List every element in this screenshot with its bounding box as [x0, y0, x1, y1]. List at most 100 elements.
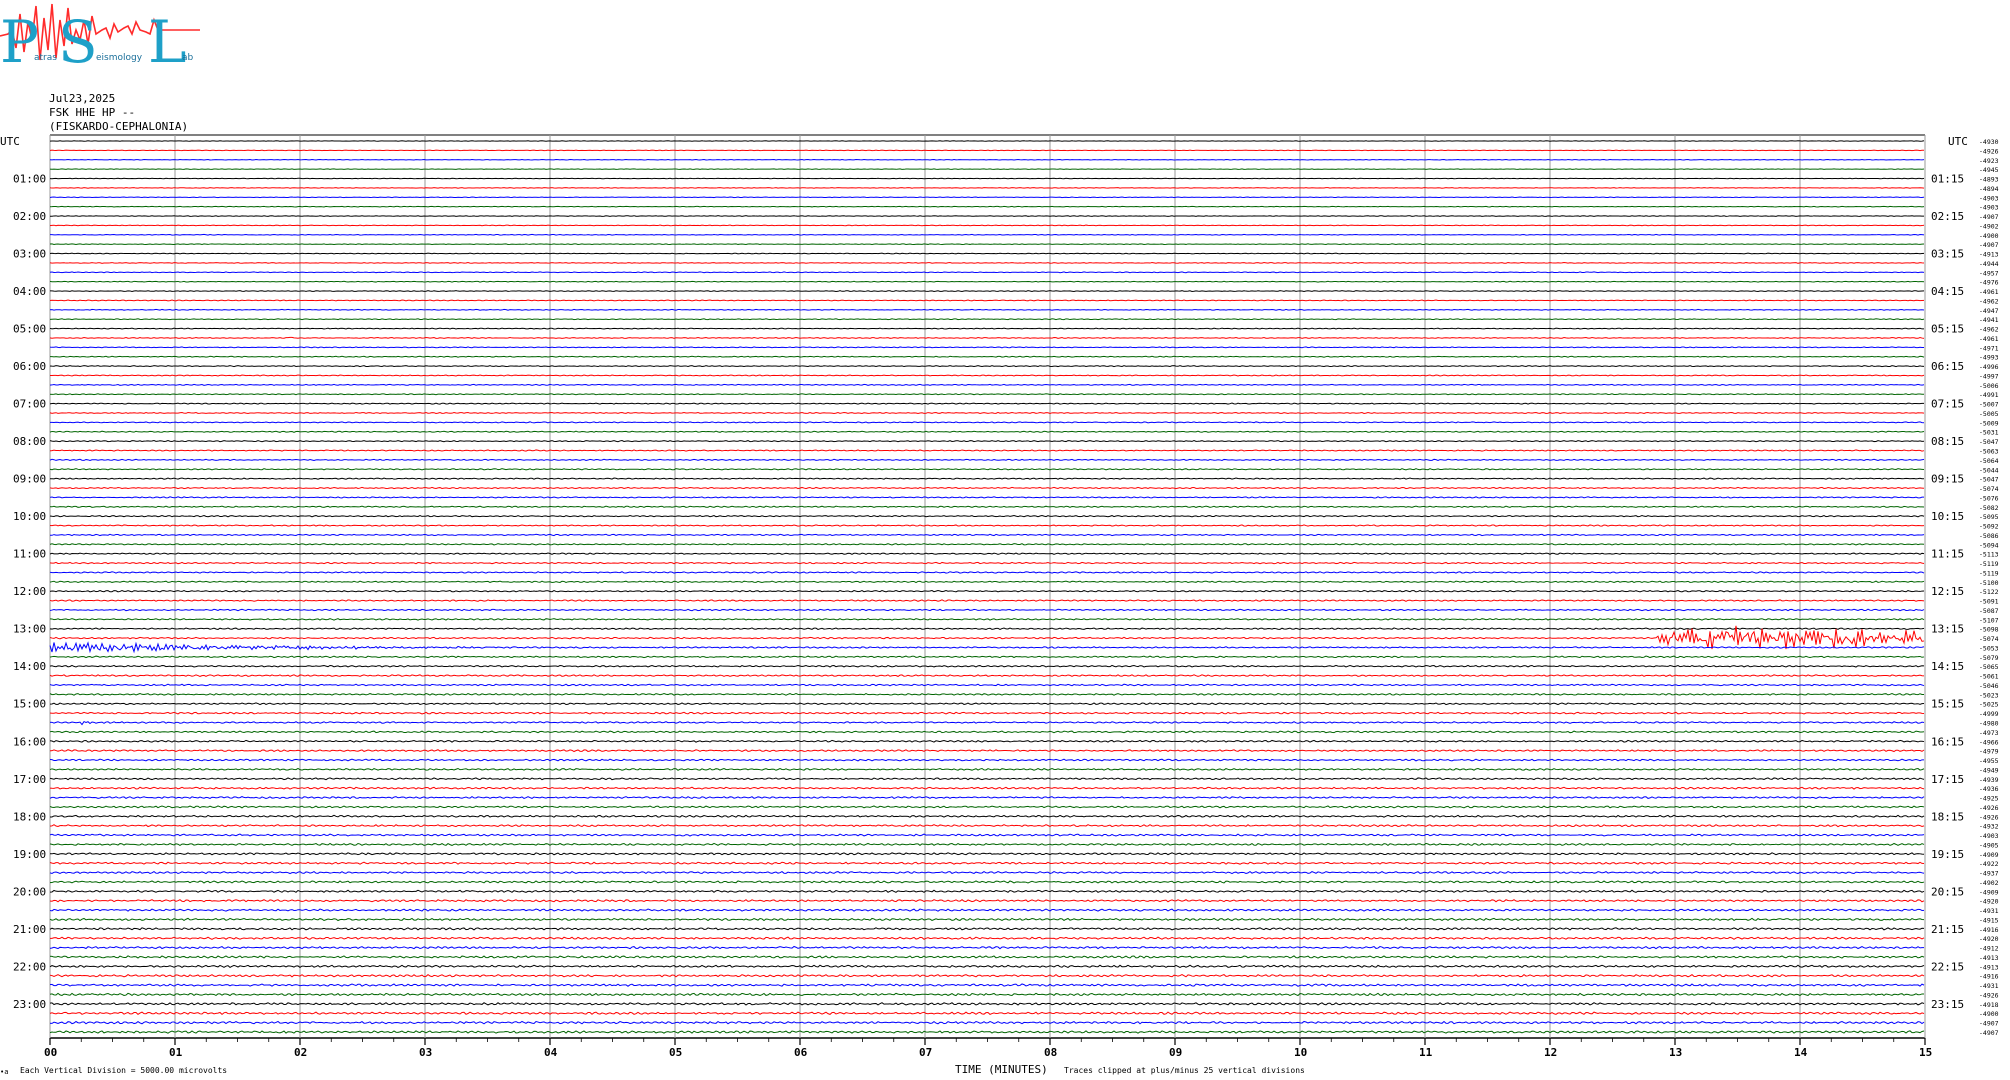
hour-label-left: 02:00 — [13, 210, 46, 223]
seismic-trace — [49, 308, 1925, 311]
trace-offset-label: -4909 — [1979, 851, 1999, 859]
trace-offset-label: -4903 — [1979, 194, 1999, 202]
seismic-trace — [49, 720, 1925, 726]
hour-label-left: 15:00 — [13, 698, 46, 711]
seismic-trace — [49, 196, 1925, 199]
seismic-trace — [49, 589, 1925, 593]
seismic-trace — [49, 290, 1925, 292]
trace-offset-label: -4923 — [1979, 157, 1999, 165]
hour-label-right: 16:15 — [1931, 735, 1964, 748]
trace-offset-label: -4915 — [1979, 916, 1999, 924]
hour-label-right: 22:15 — [1931, 960, 1964, 973]
trace-offset-label: -5065 — [1979, 663, 1999, 671]
x-tick-label: 13 — [1669, 1046, 1682, 1059]
trace-offset-label: -4932 — [1979, 823, 1999, 831]
seismic-trace — [49, 543, 1925, 546]
seismic-trace — [49, 824, 1925, 828]
trace-offset-label: -5044 — [1979, 466, 1999, 474]
hour-label-right: 10:15 — [1931, 510, 1964, 523]
seismic-trace — [49, 758, 1925, 762]
trace-offset-label: -4926 — [1979, 147, 1999, 155]
seismic-trace — [49, 805, 1925, 809]
trace-offset-label: -4918 — [1979, 1001, 1999, 1009]
trace-offset-label: -4902 — [1979, 222, 1999, 230]
helicorder-chart: 00 01 02 03 04 05 06 07 08 09 10 11 12 13 14 15 01:00 02:… — [0, 134, 1999, 1076]
trace-offset-label: -4907 — [1979, 213, 1999, 221]
hour-label-right: 15:15 — [1931, 698, 1964, 711]
seismic-trace — [49, 440, 1925, 443]
hour-label-left: 09:00 — [13, 473, 46, 486]
seismic-trace — [49, 786, 1925, 790]
trace-offset-label: -4936 — [1979, 785, 1999, 793]
seismic-trace — [49, 899, 1925, 903]
trace-offset-label: -5007 — [1979, 401, 1999, 409]
seismic-trace — [49, 449, 1925, 452]
x-tick-label: 05 — [669, 1046, 682, 1059]
trace-offset-label: -4931 — [1979, 982, 1999, 990]
trace-offset-label: -4945 — [1979, 166, 1999, 174]
trace-offset-label: -5005 — [1979, 410, 1999, 418]
seismic-trace — [49, 421, 1925, 424]
trace-offset-label: -4903 — [1979, 832, 1999, 840]
hour-label-right: 17:15 — [1931, 773, 1964, 786]
trace-offset-label: -4955 — [1979, 757, 1999, 765]
trace-offset-label: -4991 — [1979, 391, 1999, 399]
x-tick-label: 08 — [1044, 1046, 1057, 1059]
hour-label-right: 12:15 — [1931, 585, 1964, 598]
seismic-trace — [49, 730, 1925, 734]
trace-offset-label: -5122 — [1979, 588, 1999, 596]
trace-offset-label: -4912 — [1979, 945, 1999, 953]
seismic-trace — [49, 608, 1925, 612]
trace-offset-label: -4894 — [1979, 185, 1999, 193]
seismic-trace — [49, 973, 1925, 978]
seismic-trace — [49, 880, 1925, 884]
seismic-trace — [49, 861, 1925, 865]
hour-label-right: 23:15 — [1931, 998, 1964, 1011]
trace-offset-label: -5063 — [1979, 448, 1999, 456]
trace-offset-label: -4996 — [1979, 363, 1999, 371]
hour-label-right: 02:15 — [1931, 210, 1964, 223]
trace-offset-label: -4944 — [1979, 260, 1999, 268]
seismic-trace — [49, 870, 1925, 875]
seismic-trace — [49, 641, 1925, 654]
trace-offset-label: -5046 — [1979, 682, 1999, 690]
seismic-trace — [49, 552, 1925, 555]
seismic-trace — [49, 795, 1925, 800]
scale-note: Each Vertical Division = 5000.00 microvo… — [20, 1066, 227, 1075]
trace-offset-label: -4961 — [1979, 335, 1999, 343]
trace-offset-label: -4893 — [1979, 176, 1999, 184]
trace-offset-label: -4962 — [1979, 326, 1999, 334]
seismic-trace — [49, 233, 1925, 236]
seismic-trace — [49, 168, 1925, 170]
trace-offset-label: -5064 — [1979, 457, 1999, 465]
trace-offset-label: -4980 — [1979, 719, 1999, 727]
seismic-trace — [49, 927, 1925, 931]
seismic-trace — [49, 711, 1925, 715]
seismic-trace — [49, 458, 1925, 462]
trace-offset-label: -4907 — [1979, 1020, 1999, 1028]
trace-offset-label: -5076 — [1979, 494, 1999, 502]
clip-note: Traces clipped at plus/minus 25 vertical… — [1064, 1066, 1305, 1075]
trace-offset-label: -5087 — [1979, 607, 1999, 615]
trace-offset-label: -4902 — [1979, 879, 1999, 887]
trace-offset-label: -5074 — [1979, 635, 1999, 643]
seismic-trace — [49, 243, 1925, 246]
hour-label-right: 04:15 — [1931, 285, 1964, 298]
trace-offset-label: -5098 — [1979, 626, 1999, 634]
seismic-trace — [49, 983, 1925, 987]
seismic-trace — [49, 468, 1925, 471]
seismic-trace — [49, 187, 1925, 189]
seismic-trace — [49, 158, 1925, 161]
trace-offset-label: -4922 — [1979, 860, 1999, 868]
trace-offset-label: -4976 — [1979, 279, 1999, 287]
trace-offset-label: -5107 — [1979, 616, 1999, 624]
trace-offset-label: -5023 — [1979, 691, 1999, 699]
trace-offset-label: -5079 — [1979, 654, 1999, 662]
seismic-trace — [49, 767, 1925, 771]
x-axis-title: TIME (MINUTES) — [955, 1063, 1048, 1076]
trace-offset-label: -4913 — [1979, 963, 1999, 971]
traces — [49, 140, 1925, 1034]
seismic-trace — [49, 149, 1925, 152]
trace-offset-label: -5047 — [1979, 476, 1999, 484]
trace-offset-label: -5047 — [1979, 438, 1999, 446]
